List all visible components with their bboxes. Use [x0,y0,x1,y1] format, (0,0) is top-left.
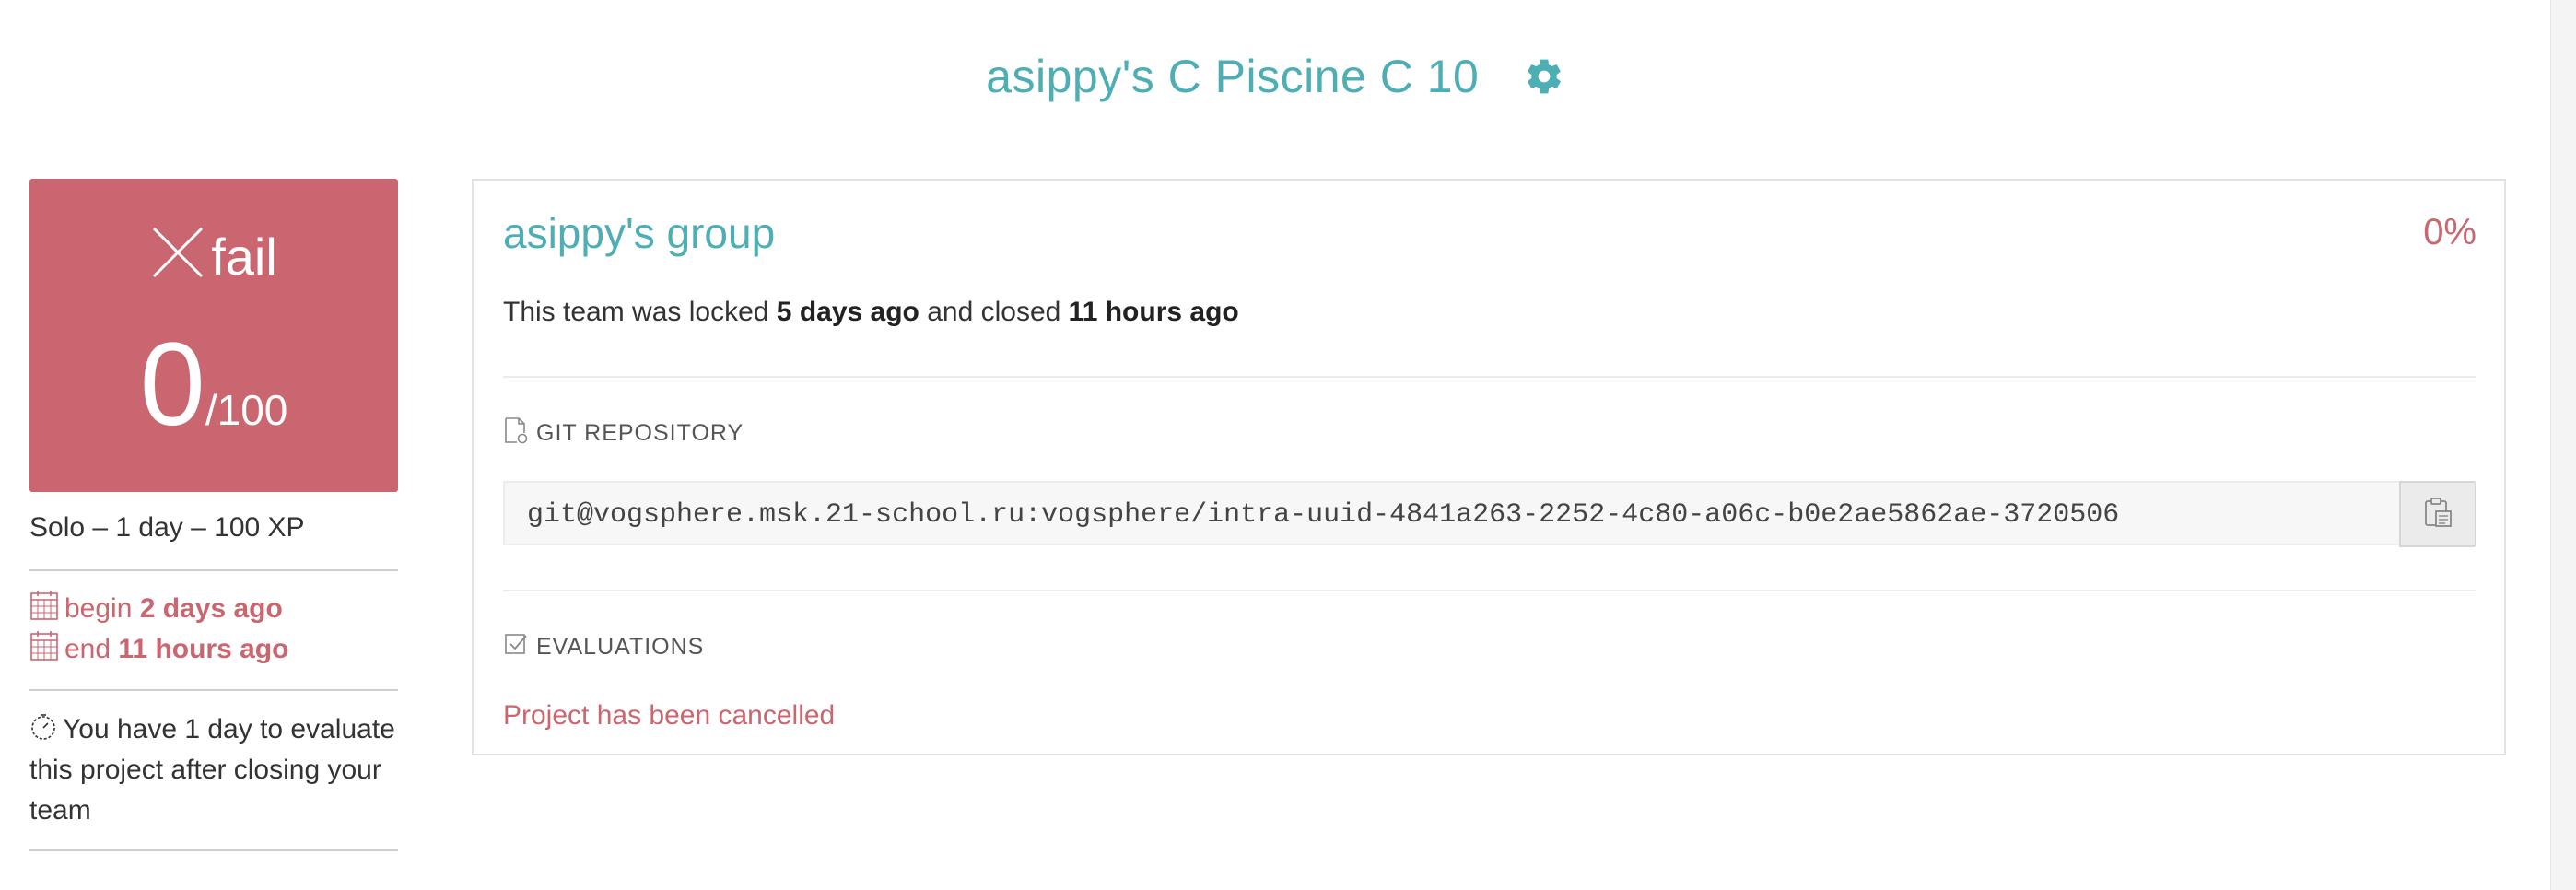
repo-url-field[interactable]: git@vogsphere.msk.21-school.ru:vogsphere… [503,481,2476,547]
locked-when: 5 days ago [776,297,919,327]
group-percent: 0% [2423,212,2476,252]
evaluation-note-text: You have 1 day to evaluate this project … [29,714,395,826]
page-header: asippy's C Piscine C 10 [0,50,2550,123]
score-card: fail 0/100 [29,179,398,492]
begin-value: 2 days ago [139,593,283,624]
git-label: GIT REPOSITORY [536,420,744,446]
page-title: asippy's C Piscine C 10 [986,51,1480,102]
closed-prefix: and closed [927,297,1061,327]
score-number: 0 [139,319,205,451]
closed-when: 11 hours ago [1068,297,1239,327]
group-title[interactable]: asippy's group [503,208,775,258]
end-label: end [64,634,111,664]
status-text: fail [211,228,277,286]
evaluation-note: You have 1 day to evaluate this project … [29,709,398,831]
file-icon [503,416,529,444]
team-status: This team was locked 5 days ago and clos… [503,297,1239,328]
copy-button[interactable] [2399,481,2476,547]
checkbox-icon [503,630,529,658]
divider [29,849,398,851]
begin-label: begin [64,593,133,624]
repo-url[interactable]: git@vogsphere.msk.21-school.ru:vogsphere… [527,499,2119,531]
timer-icon [29,712,57,740]
score-value: 0/100 [29,317,398,452]
scrollbar[interactable] [2550,0,2576,890]
git-section-label: GIT REPOSITORY [503,416,744,447]
project-meta: Solo – 1 day – 100 XP [29,512,305,543]
clipboard-icon [2423,497,2453,533]
gear-icon[interactable] [1524,56,1564,97]
begin-date: begin 2 days ago [29,590,283,625]
status-line: fail [29,225,398,287]
evaluations-status: Project has been cancelled [503,700,836,731]
divider [29,569,398,571]
calendar-icon [29,630,59,662]
divider [503,376,2476,378]
divider [503,590,2476,591]
evaluations-section-label: EVALUATIONS [503,630,704,661]
team-panel: asippy's group 0% This team was locked 5… [472,179,2506,755]
evaluations-label: EVALUATIONS [536,634,705,660]
score-max: /100 [205,386,288,434]
locked-prefix: This team was locked [503,297,769,327]
end-value: 11 hours ago [118,634,289,664]
calendar-icon [29,590,59,621]
close-icon [150,225,205,280]
divider [29,689,398,691]
end-date: end 11 hours ago [29,630,288,665]
